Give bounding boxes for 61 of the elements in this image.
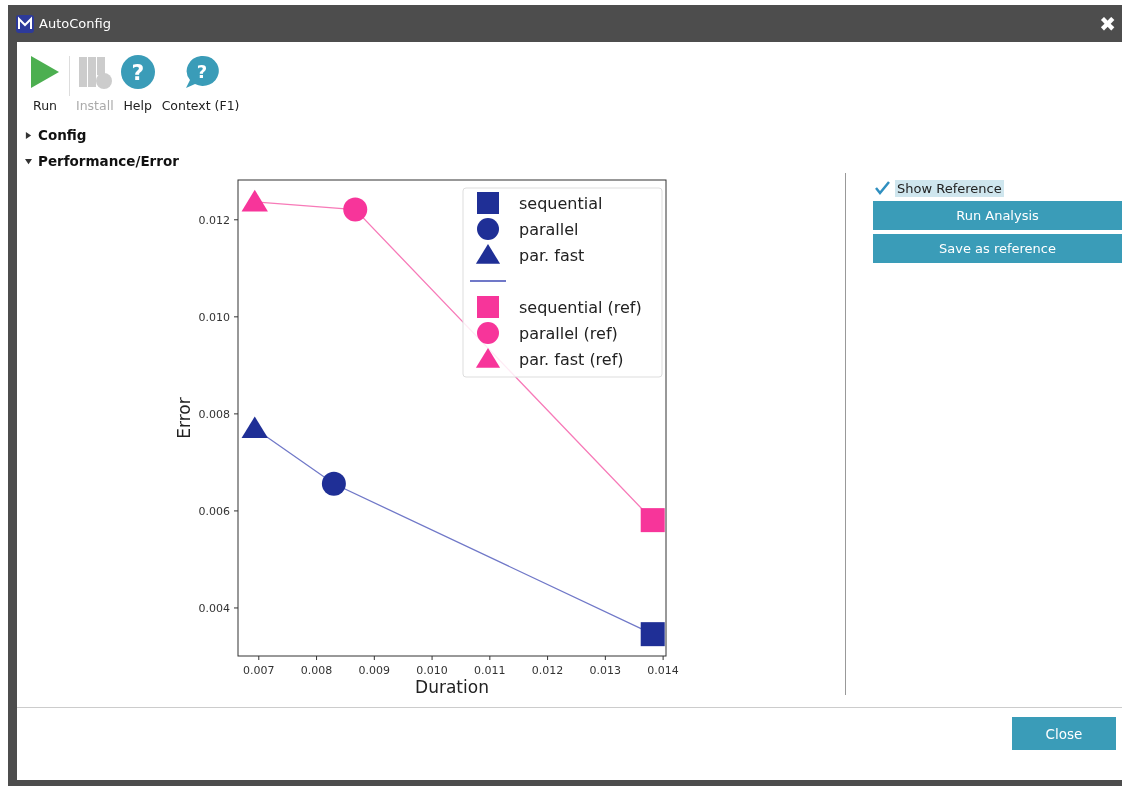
checkmark-icon [873, 179, 891, 197]
x-tick [547, 655, 549, 661]
legend-marker [477, 322, 499, 344]
legend-label: par. fast (ref) [519, 350, 624, 369]
data-point [343, 197, 368, 222]
y-tick [233, 219, 239, 221]
app-logo-icon [16, 14, 34, 33]
x-tick [431, 655, 433, 661]
y-tick-label: 0.010 [198, 310, 230, 324]
x-tick [489, 655, 491, 661]
books-icon [76, 54, 113, 90]
y-tick [233, 413, 239, 415]
y-tick-label: 0.006 [198, 504, 230, 518]
x-tick-label: 0.010 [416, 664, 448, 677]
x-tick-label: 0.012 [531, 664, 564, 677]
x-tick-label: 0.011 [474, 664, 506, 677]
x-tick [604, 655, 606, 661]
x-tick-label: 0.007 [243, 664, 275, 677]
data-point [241, 189, 268, 212]
close-button[interactable]: ✖ [1097, 11, 1118, 36]
legend-marker [477, 218, 499, 240]
legend-label: sequential [519, 194, 603, 213]
help-icon: ? [119, 54, 156, 90]
legend-marker [475, 348, 501, 368]
y-tick-label: 0.004 [198, 601, 230, 615]
x-tick-label: 0.014 [647, 664, 679, 677]
x-tick-label: 0.008 [300, 664, 333, 677]
x-axis-title: Duration [415, 677, 489, 697]
window-title: AutoConfig [39, 16, 112, 31]
show-reference-checkbox[interactable]: Show Reference [873, 179, 1122, 197]
caret-icon [25, 131, 32, 139]
section-header[interactable]: Config [25, 127, 1122, 143]
data-point [640, 508, 665, 533]
x-tick [316, 655, 318, 661]
y-tick [233, 510, 239, 512]
legend-marker [477, 296, 499, 318]
x-tick [662, 655, 664, 661]
toolbar-button[interactable]: Run [27, 54, 63, 113]
caret-icon [25, 157, 32, 165]
y-tick [233, 607, 239, 609]
toolbar-button[interactable]: ? Help [119, 54, 156, 113]
legend-label: parallel [519, 220, 579, 239]
x-tick [373, 655, 375, 661]
legend-label: parallel (ref) [519, 324, 618, 343]
y-axis-title: Error [174, 397, 194, 439]
legend-marker [477, 192, 499, 214]
legend-label: par. fast [519, 246, 585, 265]
data-point [241, 416, 268, 439]
x-tick-label: 0.013 [589, 664, 622, 677]
legend-line [469, 280, 507, 282]
y-tick-label: 0.008 [198, 407, 230, 421]
x-tick-label: 0.009 [358, 664, 391, 677]
data-point [321, 471, 346, 496]
y-tick-label: 0.012 [198, 213, 230, 227]
section-header[interactable]: Performance/Error [25, 153, 1122, 169]
x-tick [258, 655, 260, 661]
legend-label: sequential (ref) [519, 298, 642, 317]
y-tick [233, 316, 239, 318]
data-point [640, 622, 665, 647]
toolbar-button[interactable]: ? Context (F1) [161, 54, 240, 113]
legend-marker [475, 244, 501, 264]
